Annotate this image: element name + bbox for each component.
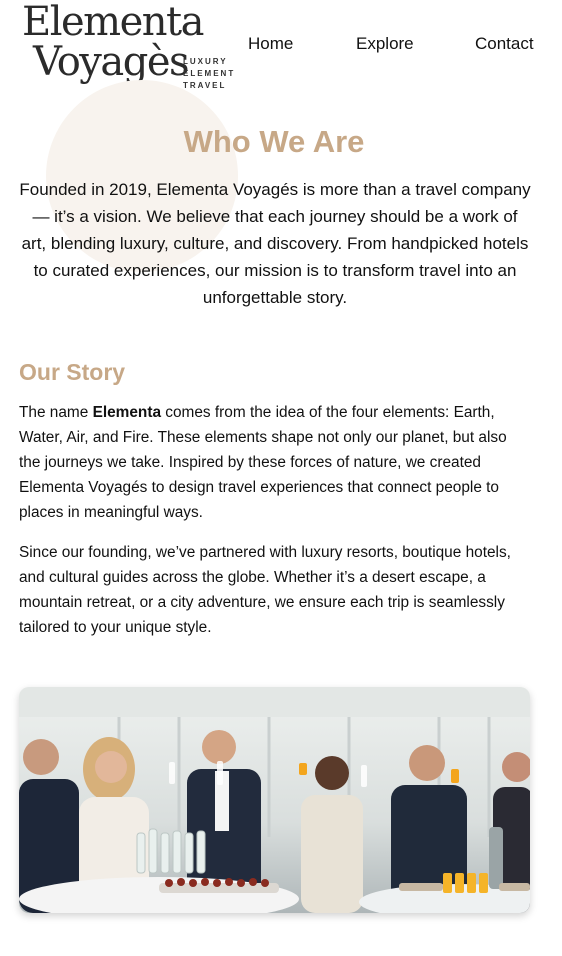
logo-tagline-travel: TRAVEL — [183, 81, 227, 90]
story-para1-lead: The name — [19, 404, 93, 421]
who-we-are-text: Founded in 2019, Elementa Voyagés is mor… — [19, 180, 531, 307]
logo-tagline-element: ELEMENT — [183, 69, 236, 78]
nav-link-explore[interactable]: Explore — [356, 34, 414, 54]
logo-tagline: LUXURY ELEMENT TRAVEL — [183, 56, 235, 92]
story-para1-rest: comes from the idea of the four elements… — [19, 404, 507, 521]
main-nav: Home Explore Contact — [0, 34, 562, 58]
nav-link-home[interactable]: Home — [248, 34, 293, 54]
our-story-paragraph-1: The name Elementa comes from the idea of… — [19, 400, 531, 525]
site-header: Elementa Voyagès LUXURY ELEMENT TRAVEL H… — [0, 0, 562, 100]
our-story-title: Our Story — [19, 359, 126, 385]
story-para1-brand: Elementa — [92, 404, 162, 421]
our-story-paragraph-2: Since our founding, we’ve partnered with… — [19, 544, 511, 636]
who-we-are-title: Who We Are — [183, 124, 365, 159]
nav-link-contact[interactable]: Contact — [475, 34, 534, 54]
team-celebration-photo — [19, 687, 530, 913]
